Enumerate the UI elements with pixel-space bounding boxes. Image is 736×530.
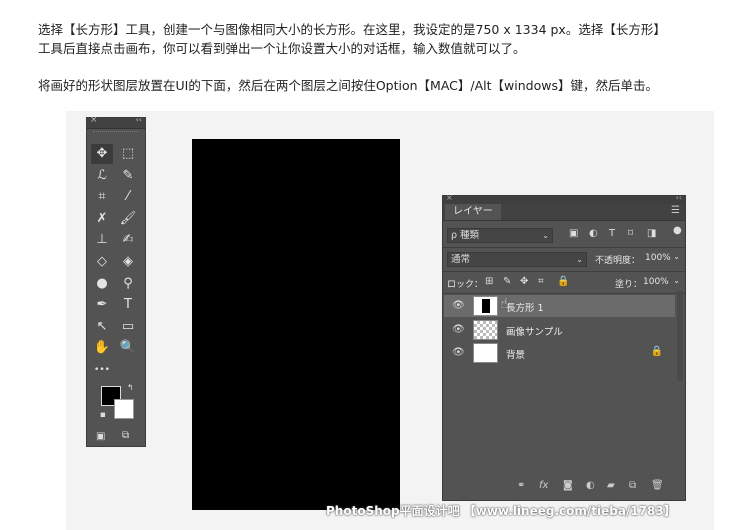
close-icon[interactable]: × xyxy=(90,115,98,125)
swap-colors-icon[interactable]: ↰ xyxy=(127,383,134,392)
layers-panel-titlebar: × ‹‹ xyxy=(443,193,685,204)
pixel-filter-icon[interactable]: ▣ xyxy=(569,228,578,239)
layers-panel: × ‹‹ レイヤー ☰ ρ 種類 ⌄ ▣ ◐ T ⌑ ◨ ● 通常 ⌄ 不透明度… xyxy=(442,193,686,501)
blend-row: 通常 ⌄ 不透明度： 100% ⌄ xyxy=(447,251,681,269)
healing-icon[interactable]: ✗ xyxy=(91,209,113,229)
type-filter-icon[interactable]: T xyxy=(609,228,615,239)
paragraph-1: 选择【长方形】工具，创建一个与图像相同大小的长方形。在这里，我设定的是750 x… xyxy=(38,20,728,58)
lock-transparency-icon[interactable]: ⊞ xyxy=(485,276,493,287)
layer-name: 背景 xyxy=(506,350,526,361)
layer-name: 長方形 1 xyxy=(506,303,544,314)
lock-icon: 🔒 xyxy=(650,346,663,357)
divider xyxy=(443,293,685,294)
layer-name: 画像サンプル xyxy=(506,326,563,338)
quick-select-icon[interactable]: ✎ xyxy=(117,166,139,186)
rectangle-icon[interactable]: ▭ xyxy=(117,317,139,337)
add-mask-icon[interactable]: ◙ xyxy=(563,480,573,491)
dodge-icon[interactable]: ⚲ xyxy=(117,274,139,294)
screen-mode-icon[interactable]: ⧉ xyxy=(122,430,129,441)
panel-menu-icon[interactable]: ☰ xyxy=(671,205,680,216)
trash-icon[interactable]: 🗑 xyxy=(651,480,664,491)
move-icon[interactable]: ✥ xyxy=(91,144,113,164)
paragraph-1-line-1: 选择【长方形】工具，创建一个与图像相同大小的长方形。在这里，我设定的是750 x… xyxy=(38,22,666,37)
marquee-icon[interactable]: ⬚ xyxy=(117,144,139,164)
lock-pixels-icon[interactable]: ✎ xyxy=(503,276,511,287)
brush-icon[interactable]: 🖌 xyxy=(117,209,139,229)
lock-row: ロック： ⊞ ✎ ✥ ⌗ 🔒 塗り： 100% ⌄ xyxy=(447,275,681,293)
chevron-down-icon: ⌄ xyxy=(542,231,549,240)
pointer-cursor-icon: ☝ xyxy=(500,296,509,312)
divider xyxy=(443,271,685,272)
blend-mode-select[interactable]: 通常 ⌄ xyxy=(447,252,587,267)
divider xyxy=(443,247,685,248)
link-layers-icon[interactable]: ⚭ xyxy=(517,480,525,491)
lock-artboard-icon[interactable]: ⌗ xyxy=(538,276,544,287)
shape-thumbnail-fill xyxy=(482,299,490,313)
crop-icon[interactable]: ⌗ xyxy=(91,187,113,207)
chevron-down-icon[interactable]: ⌄ xyxy=(673,252,680,261)
hand-icon[interactable]: ✋ xyxy=(91,338,113,358)
layer-thumbnail xyxy=(473,343,498,363)
layers-bottom-bar: ⚭ fx ◙ ◐ ▰ ⧉ 🗑 xyxy=(443,480,685,496)
layers-tab-bar: レイヤー ☰ xyxy=(443,204,685,221)
filter-kind-select[interactable]: ρ 種類 ⌄ xyxy=(447,228,553,243)
visibility-eye-icon[interactable]: 👁 xyxy=(452,324,465,335)
new-group-icon[interactable]: ▰ xyxy=(607,480,615,491)
layer-row[interactable]: 👁 長方形 1 xyxy=(444,295,675,317)
lasso-icon[interactable]: ℒ xyxy=(91,166,113,186)
paragraph-1-line-2: 工具后直接点击画布，你可以看到弹出一个让你设置大小的对话框，输入数值就可以了。 xyxy=(38,41,526,56)
zoom-icon[interactable]: 🔍 xyxy=(117,338,139,358)
layer-thumbnail xyxy=(473,319,498,340)
panel-grip[interactable] xyxy=(93,131,139,144)
adjustment-filter-icon[interactable]: ◐ xyxy=(589,228,598,239)
fill-value[interactable]: 100% xyxy=(643,277,669,287)
adjustment-layer-icon[interactable]: ◐ xyxy=(586,480,595,491)
quick-mask-icon[interactable]: ▣ xyxy=(96,431,105,442)
lock-position-icon[interactable]: ✥ xyxy=(520,276,528,287)
pen-icon[interactable]: ✒ xyxy=(91,295,113,315)
blend-mode-value: 通常 xyxy=(451,254,471,265)
fill-label: 塗り： xyxy=(615,280,643,290)
layer-row[interactable]: 👁 画像サンプル xyxy=(444,319,675,341)
history-brush-icon[interactable]: ✍ xyxy=(117,230,139,250)
collapse-icon[interactable]: ‹‹ xyxy=(676,193,682,202)
background-color-swatch[interactable] xyxy=(114,399,134,419)
visibility-eye-icon[interactable]: 👁 xyxy=(452,300,465,311)
visibility-eye-icon[interactable]: 👁 xyxy=(452,347,465,358)
paragraph-2: 将画好的形状图层放置在UI的下面，然后在两个图层之间按住Option【MAC】/… xyxy=(38,78,658,93)
chevron-down-icon: ⌄ xyxy=(576,255,583,264)
layer-thumbnail xyxy=(473,296,498,316)
stamp-icon[interactable]: ⊥ xyxy=(91,230,113,250)
scrollbar[interactable] xyxy=(677,291,683,381)
opacity-value[interactable]: 100% xyxy=(645,253,671,263)
tab-layers[interactable]: レイヤー xyxy=(445,204,501,220)
tools-panel-titlebar: × ‹‹ xyxy=(87,115,145,129)
shape-filter-icon[interactable]: ⌑ xyxy=(628,228,633,239)
tools-panel: × ‹‹ ✥ ⬚ ℒ ✎ ⌗ ⁄ ✗ 🖌 ⊥ ✍ ◇ ◈ ● ⚲ ✒ T ↖ ▭ ✋ 🔍 ••• ↰ ◾ ▣ ⧉ xyxy=(86,115,146,447)
filter-row: ρ 種類 ⌄ ▣ ◐ T ⌑ ◨ ● xyxy=(447,225,682,245)
blur-icon[interactable]: ● xyxy=(91,274,113,294)
filter-toggle-icon[interactable]: ● xyxy=(673,225,682,236)
collapse-icon[interactable]: ‹‹ xyxy=(136,115,142,124)
layer-row[interactable]: 👁 背景 🔒 xyxy=(444,342,675,364)
new-layer-icon[interactable]: ⧉ xyxy=(629,480,636,491)
lock-label: ロック： xyxy=(447,280,484,290)
close-icon[interactable]: × xyxy=(446,193,453,202)
path-select-icon[interactable]: ↖ xyxy=(91,317,113,337)
chevron-down-icon[interactable]: ⌄ xyxy=(673,276,680,285)
more-icon[interactable]: ••• xyxy=(91,360,113,380)
default-colors-icon[interactable]: ◾ xyxy=(100,410,106,419)
opacity-label: 不透明度： xyxy=(595,256,641,266)
canvas-rectangle[interactable] xyxy=(192,139,400,510)
eraser-icon[interactable]: ◇ xyxy=(91,252,113,272)
eyedropper-icon[interactable]: ⁄ xyxy=(117,187,139,207)
lock-all-icon[interactable]: 🔒 xyxy=(557,276,569,287)
bucket-icon[interactable]: ◈ xyxy=(117,252,139,272)
fx-icon[interactable]: fx xyxy=(539,480,548,491)
type-icon[interactable]: T xyxy=(117,295,139,315)
filter-kind-value: ρ 種類 xyxy=(451,230,480,241)
watermark: PhotoShop平面设计吧 【www.lineeg.com/tieba/178… xyxy=(326,504,676,518)
smart-object-filter-icon[interactable]: ◨ xyxy=(647,228,656,239)
